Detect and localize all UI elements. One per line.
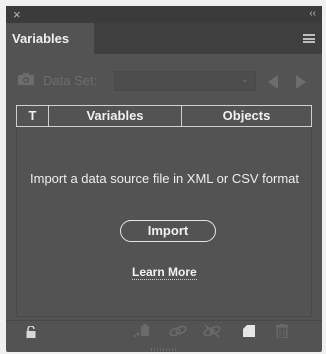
link-icon[interactable] [168,324,188,338]
panel-menu-icon[interactable] [303,34,315,43]
camera-icon[interactable] [18,73,34,85]
lock-icon[interactable] [26,326,36,338]
dataset-select[interactable]: ⌄ [114,71,256,91]
collapse-icon[interactable]: ‹‹ [309,6,316,21]
dataset-row: Data Set: ⌄ [6,68,322,94]
prev-arrow-icon[interactable] [268,75,278,89]
empty-state-message: Import a data source file in XML or CSV … [30,171,300,186]
column-variables-header[interactable]: Variables [49,106,182,126]
new-icon[interactable] [242,324,256,338]
trash-icon[interactable] [276,324,288,338]
learn-more-link[interactable]: Learn More [132,265,197,280]
bind-icon[interactable] [134,324,152,338]
bottom-divider [6,320,322,321]
tab-variables[interactable]: Variables [6,23,94,54]
next-arrow-icon[interactable] [296,75,306,89]
column-objects-header[interactable]: Objects [182,106,311,126]
variables-panel: × ‹‹ Variables Data Set: ⌄ T Variables O… [6,6,322,352]
bottom-toolbar [6,322,322,352]
close-icon[interactable]: × [13,7,21,22]
chevron-down-icon: ⌄ [240,74,249,85]
resize-grip[interactable] [151,348,177,351]
dataset-label: Data Set: [43,73,98,88]
panel-titlebar: × ‹‹ [6,6,322,23]
unlink-icon[interactable] [202,324,222,338]
tab-row: Variables [6,23,322,54]
variables-table-header: T Variables Objects [16,105,312,127]
column-type-header[interactable]: T [17,106,49,126]
import-button[interactable]: Import [120,220,216,242]
